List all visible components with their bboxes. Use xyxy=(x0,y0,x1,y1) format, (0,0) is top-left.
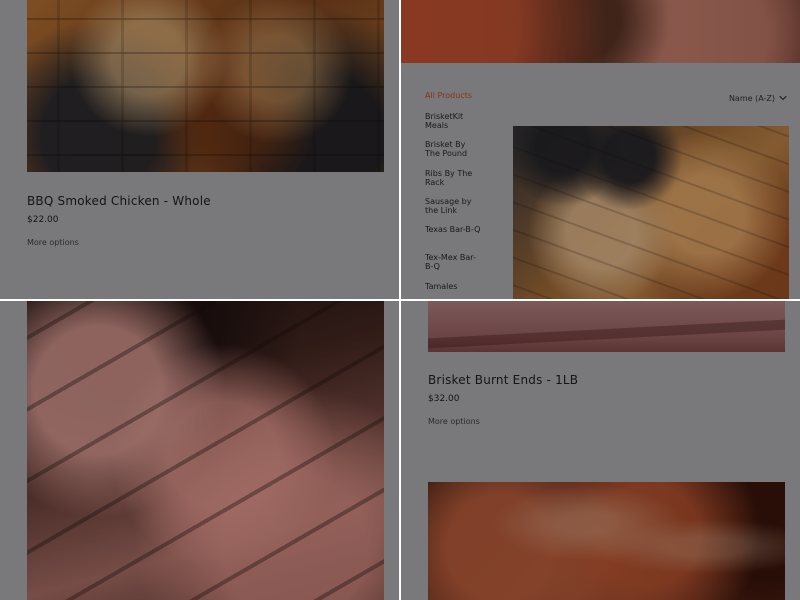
sausage-photo[interactable] xyxy=(428,482,785,600)
panel-bottom-left xyxy=(0,301,399,600)
board-stripe xyxy=(428,319,785,349)
sidebar-item-sausage-by-the-link[interactable]: Sausage by the Link xyxy=(425,197,481,215)
more-options-link[interactable]: More options xyxy=(27,238,79,247)
product-price: $22.00 xyxy=(27,215,59,225)
hero-meat-photo xyxy=(401,0,800,63)
burnt-ends-photo[interactable] xyxy=(428,301,785,352)
grill-grate-pattern xyxy=(513,126,789,299)
product-title[interactable]: Brisket Burnt Ends - 1LB xyxy=(428,373,578,387)
brisket-photo[interactable] xyxy=(27,301,384,600)
horizontal-divider xyxy=(0,299,800,301)
sidebar-item-tamales[interactable]: Tamales xyxy=(425,282,481,291)
product-photo[interactable] xyxy=(513,126,789,299)
sidebar-item-ribs-by-the-rack[interactable]: Ribs By The Rack xyxy=(425,169,481,187)
more-options-link[interactable]: More options xyxy=(428,417,480,426)
sidebar-item-tex-mex-bar-b-q[interactable]: Tex-Mex Bar-B-Q xyxy=(425,253,481,271)
sort-dropdown[interactable]: Name (A-Z) xyxy=(729,93,788,103)
product-price: $32.00 xyxy=(428,394,460,404)
sidebar-item-texas-bar-b-q[interactable]: Texas Bar-B-Q xyxy=(425,225,481,234)
chevron-down-icon xyxy=(778,93,788,103)
sausage-highlight xyxy=(428,482,785,600)
product-title[interactable]: BBQ Smoked Chicken - Whole xyxy=(27,194,211,208)
sidebar-item-brisketkit-meals[interactable]: BrisketKit Meals xyxy=(425,112,481,130)
panel-top-right: All Products BrisketKit Meals Brisket By… xyxy=(401,0,800,299)
brisket-slice-pattern xyxy=(27,301,384,600)
sidebar-item-brisket-by-the-pound[interactable]: Brisket By The Pound xyxy=(425,140,481,158)
panel-top-left: BBQ Smoked Chicken - Whole $22.00 More o… xyxy=(0,0,399,299)
sidebar-item-all-products[interactable]: All Products xyxy=(425,91,481,100)
chicken-photo[interactable] xyxy=(27,0,384,172)
sort-label: Name (A-Z) xyxy=(728,93,775,103)
grill-grate-pattern xyxy=(27,0,384,172)
panel-bottom-right: Brisket Burnt Ends - 1LB $32.00 More opt… xyxy=(401,301,800,600)
